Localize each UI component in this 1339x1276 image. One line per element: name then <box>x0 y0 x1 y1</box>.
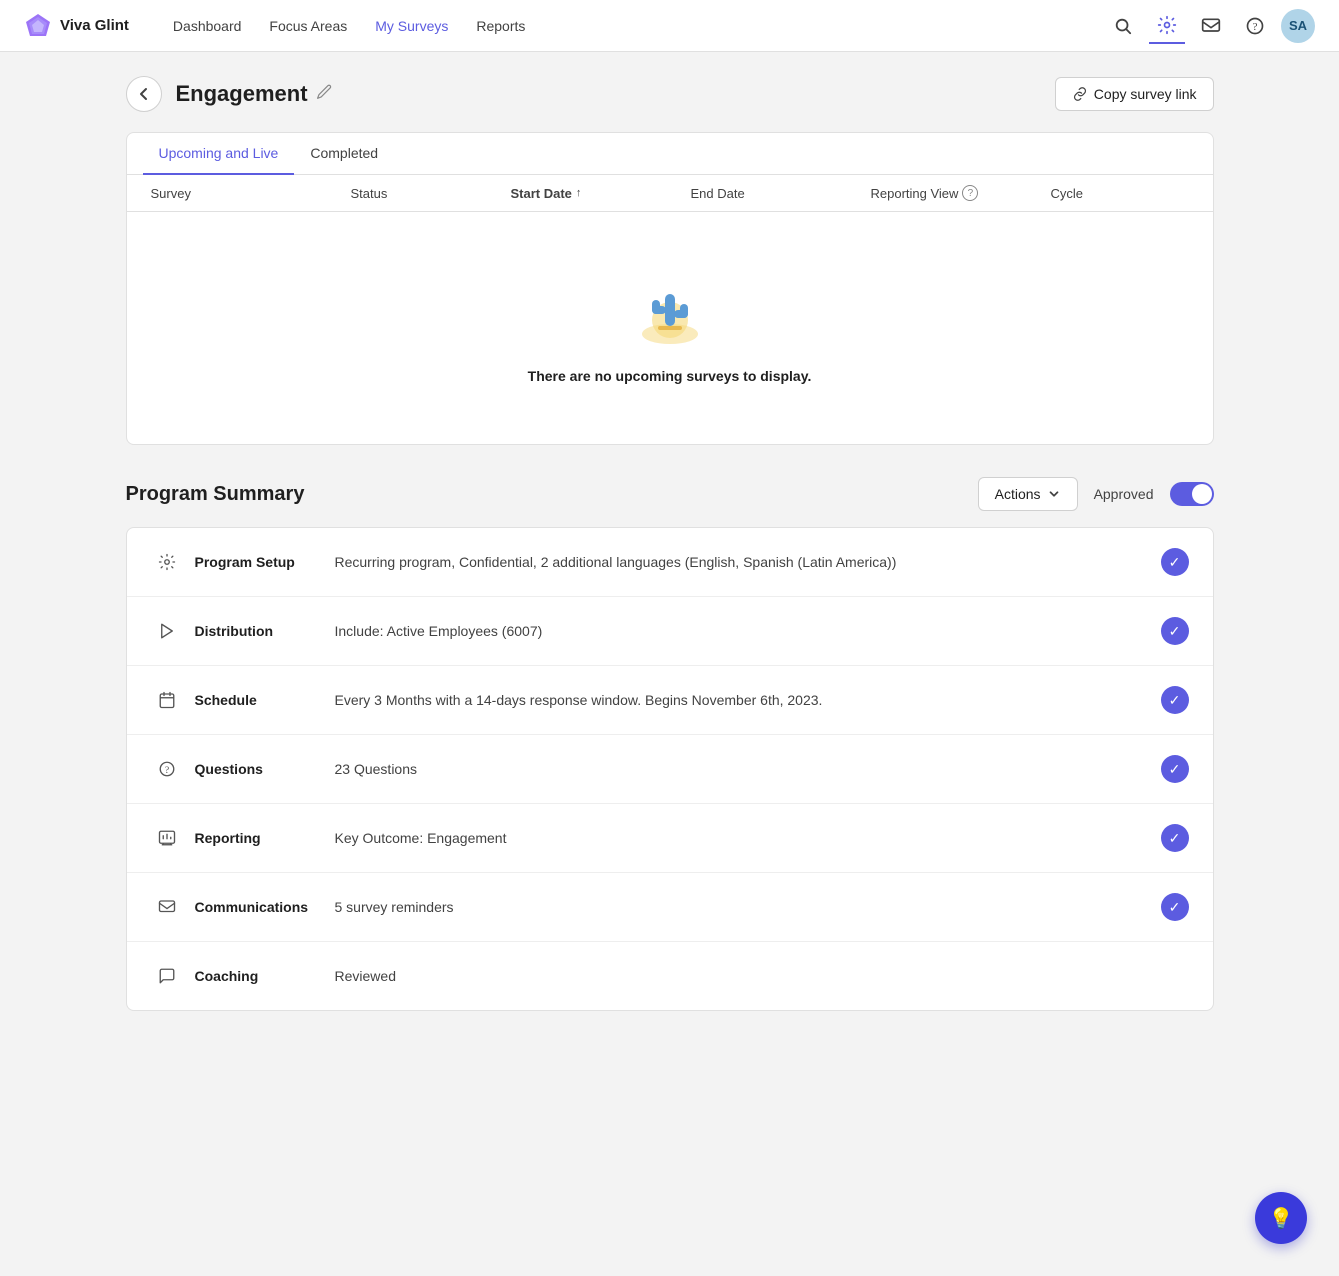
nav-dashboard[interactable]: Dashboard <box>161 12 254 40</box>
col-start-date[interactable]: Start Date ↑ <box>511 185 691 201</box>
reporting-icon <box>151 822 183 854</box>
back-arrow-icon <box>136 86 152 102</box>
sort-asc-icon: ↑ <box>576 187 582 199</box>
col-reporting-view: Reporting View ? <box>871 185 1051 201</box>
coaching-icon <box>151 960 183 992</box>
help-button[interactable]: ? <box>1237 8 1273 44</box>
messages-button[interactable] <box>1193 8 1229 44</box>
summary-row-questions[interactable]: ? Questions 23 Questions ✓ <box>127 735 1213 804</box>
col-survey: Survey <box>151 185 351 201</box>
program-summary-title: Program Summary <box>126 483 978 506</box>
summary-row-schedule[interactable]: Schedule Every 3 Months with a 14-days r… <box>127 666 1213 735</box>
page-title: Engagement <box>176 81 1055 107</box>
tab-upcoming-live[interactable]: Upcoming and Live <box>143 133 295 175</box>
col-cycle: Cycle <box>1051 185 1189 201</box>
page-header: Engagement Copy survey link <box>126 76 1214 112</box>
gear-icon <box>1157 15 1177 35</box>
distribution-icon <box>151 615 183 647</box>
schedule-check: ✓ <box>1161 686 1189 714</box>
survey-table-card: Upcoming and Live Completed Survey Statu… <box>126 132 1214 445</box>
lightbulb-icon: 💡 <box>1269 1206 1294 1231</box>
user-avatar[interactable]: SA <box>1281 9 1315 43</box>
communications-icon <box>151 891 183 923</box>
settings-button[interactable] <box>1149 8 1185 44</box>
questions-label: Questions <box>195 761 335 777</box>
approved-label: Approved <box>1094 486 1154 502</box>
schedule-icon <box>151 684 183 716</box>
summary-row-reporting[interactable]: Reporting Key Outcome: Engagement ✓ <box>127 804 1213 873</box>
nav-focus-areas[interactable]: Focus Areas <box>257 12 359 40</box>
link-icon <box>1072 86 1088 102</box>
distribution-value: Include: Active Employees (6007) <box>335 623 1161 639</box>
distribution-check: ✓ <box>1161 617 1189 645</box>
back-button[interactable] <box>126 76 162 112</box>
help-icon: ? <box>1245 16 1265 36</box>
approved-toggle[interactable] <box>1170 482 1214 506</box>
top-navigation: Viva Glint Dashboard Focus Areas My Surv… <box>0 0 1339 52</box>
program-setup-value: Recurring program, Confidential, 2 addit… <box>335 554 1161 570</box>
search-button[interactable] <box>1105 8 1141 44</box>
reporting-value: Key Outcome: Engagement <box>335 830 1161 846</box>
coaching-value: Reviewed <box>335 968 1189 984</box>
program-setup-label: Program Setup <box>195 554 335 570</box>
actions-button[interactable]: Actions <box>978 477 1078 511</box>
message-icon <box>1201 16 1221 36</box>
reporting-view-info-icon[interactable]: ? <box>962 185 978 201</box>
main-content: Engagement Copy survey link Upcoming and… <box>110 52 1230 1035</box>
svg-text:?: ? <box>164 765 168 776</box>
edit-title-icon[interactable] <box>316 84 332 104</box>
schedule-value: Every 3 Months with a 14-days response w… <box>335 692 1161 708</box>
chevron-down-icon <box>1047 487 1061 501</box>
app-logo[interactable]: Viva Glint <box>24 12 129 40</box>
reporting-label: Reporting <box>195 830 335 846</box>
program-summary-actions: Actions Approved <box>978 477 1214 511</box>
copy-survey-link-button[interactable]: Copy survey link <box>1055 77 1214 111</box>
nav-icon-bar: ? SA <box>1105 8 1315 44</box>
tab-completed[interactable]: Completed <box>294 133 394 175</box>
empty-state: There are no upcoming surveys to display… <box>127 212 1213 444</box>
questions-icon: ? <box>151 753 183 785</box>
nav-my-surveys[interactable]: My Surveys <box>363 12 460 40</box>
help-fab-button[interactable]: 💡 <box>1255 1192 1307 1244</box>
summary-row-coaching[interactable]: Coaching Reviewed <box>127 942 1213 1010</box>
communications-value: 5 survey reminders <box>335 899 1161 915</box>
summary-row-distribution[interactable]: Distribution Include: Active Employees (… <box>127 597 1213 666</box>
search-icon <box>1114 17 1132 35</box>
coaching-label: Coaching <box>195 968 335 984</box>
summary-row-communications[interactable]: Communications 5 survey reminders ✓ <box>127 873 1213 942</box>
svg-text:?: ? <box>1253 21 1258 33</box>
survey-tabs: Upcoming and Live Completed <box>127 133 1213 175</box>
nav-reports[interactable]: Reports <box>464 12 537 40</box>
nav-links: Dashboard Focus Areas My Surveys Reports <box>161 12 1105 40</box>
table-header: Survey Status Start Date ↑ End Date Repo… <box>127 175 1213 212</box>
cactus-illustration <box>630 272 710 352</box>
empty-state-text: There are no upcoming surveys to display… <box>528 368 812 384</box>
questions-value: 23 Questions <box>335 761 1161 777</box>
communications-label: Communications <box>195 899 335 915</box>
summary-row-program-setup[interactable]: Program Setup Recurring program, Confide… <box>127 528 1213 597</box>
schedule-label: Schedule <box>195 692 335 708</box>
toggle-knob <box>1192 484 1212 504</box>
distribution-label: Distribution <box>195 623 335 639</box>
questions-check: ✓ <box>1161 755 1189 783</box>
col-end-date: End Date <box>691 185 871 201</box>
col-status: Status <box>351 185 511 201</box>
program-summary-header: Program Summary Actions Approved <box>126 477 1214 511</box>
program-setup-icon <box>151 546 183 578</box>
program-setup-check: ✓ <box>1161 548 1189 576</box>
reporting-check: ✓ <box>1161 824 1189 852</box>
communications-check: ✓ <box>1161 893 1189 921</box>
program-summary-card: Program Setup Recurring program, Confide… <box>126 527 1214 1011</box>
